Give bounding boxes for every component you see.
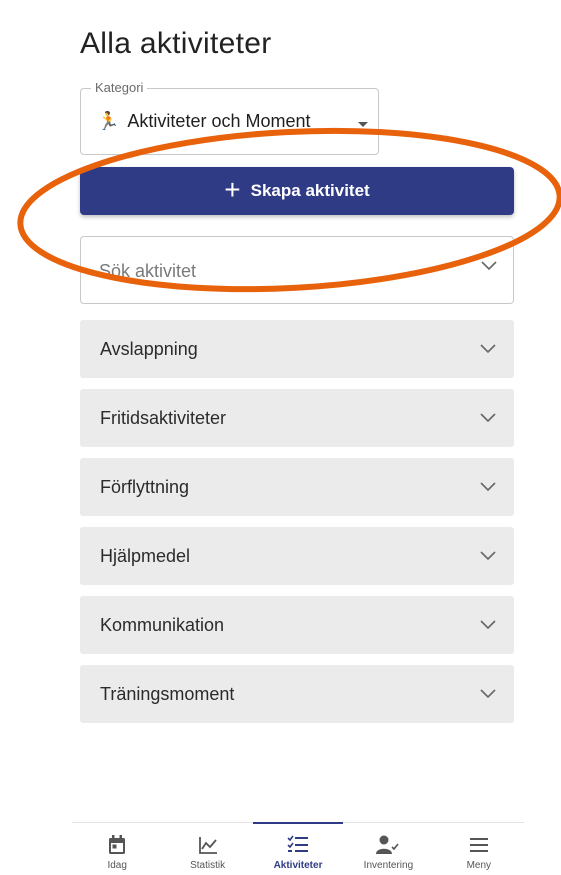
dropdown-arrow-icon <box>358 122 368 127</box>
nav-meny[interactable]: Meny <box>434 823 524 875</box>
accordion-label: Förflyttning <box>100 476 190 497</box>
accordion-label: Fritidsaktiviteter <box>100 407 227 428</box>
accordion-label: Träningsmoment <box>100 683 235 704</box>
running-person-icon: 🏃 <box>97 111 120 131</box>
accordion-traningsmoment[interactable]: Träningsmoment <box>80 665 514 723</box>
search-field[interactable] <box>80 236 514 304</box>
page-title: Alla aktiviteter <box>80 27 272 60</box>
category-value-wrap: 🏃 Aktiviteter och Moment <box>97 111 311 132</box>
accordion-fritidsaktiviteter[interactable]: Fritidsaktiviteter <box>80 389 514 447</box>
nav-statistik[interactable]: Statistik <box>162 823 252 875</box>
chevron-down-icon <box>480 620 496 630</box>
nav-inventering[interactable]: Inventering <box>343 823 433 875</box>
calendar-icon <box>109 835 126 854</box>
checklist-icon <box>287 835 309 852</box>
accordion-avslappning[interactable]: Avslappning <box>80 320 514 378</box>
hamburger-menu-icon <box>469 838 488 852</box>
search-input[interactable] <box>97 257 461 285</box>
chevron-down-icon <box>481 261 497 271</box>
category-value: Aktiviteter och Moment <box>127 111 311 131</box>
bottom-navigation: Idag Statistik Aktiviteter Inventering M… <box>72 822 524 875</box>
category-select[interactable]: Kategori 🏃 Aktiviteter och Moment <box>80 80 379 155</box>
nav-label: Aktiviteter <box>273 860 323 871</box>
accordion-label: Hjälpmedel <box>100 545 191 566</box>
nav-label: Statistik <box>190 860 226 871</box>
accordion-forflyttning[interactable]: Förflyttning <box>80 458 514 516</box>
nav-label: Meny <box>466 860 492 871</box>
chevron-down-icon <box>480 551 496 561</box>
chevron-down-icon <box>480 482 496 492</box>
chevron-down-icon <box>480 689 496 699</box>
accordion-hjalpmedel[interactable]: Hjälpmedel <box>80 527 514 585</box>
accordion-label: Kommunikation <box>100 614 225 635</box>
nav-label: Inventering <box>363 860 414 871</box>
line-chart-icon <box>198 837 217 854</box>
plus-icon: + <box>224 174 241 205</box>
create-activity-button[interactable]: + Skapa aktivitet <box>80 167 514 215</box>
create-activity-label: Skapa aktivitet <box>250 181 370 200</box>
person-check-icon <box>376 835 400 854</box>
nav-idag[interactable]: Idag <box>72 823 162 875</box>
nav-aktiviteter[interactable]: Aktiviteter <box>252 822 344 875</box>
accordion-kommunikation[interactable]: Kommunikation <box>80 596 514 654</box>
category-label: Kategori <box>91 80 148 95</box>
chevron-down-icon <box>480 344 496 354</box>
accordion-label: Avslappning <box>100 338 198 359</box>
chevron-down-icon <box>480 413 496 423</box>
nav-label: Idag <box>107 860 127 871</box>
